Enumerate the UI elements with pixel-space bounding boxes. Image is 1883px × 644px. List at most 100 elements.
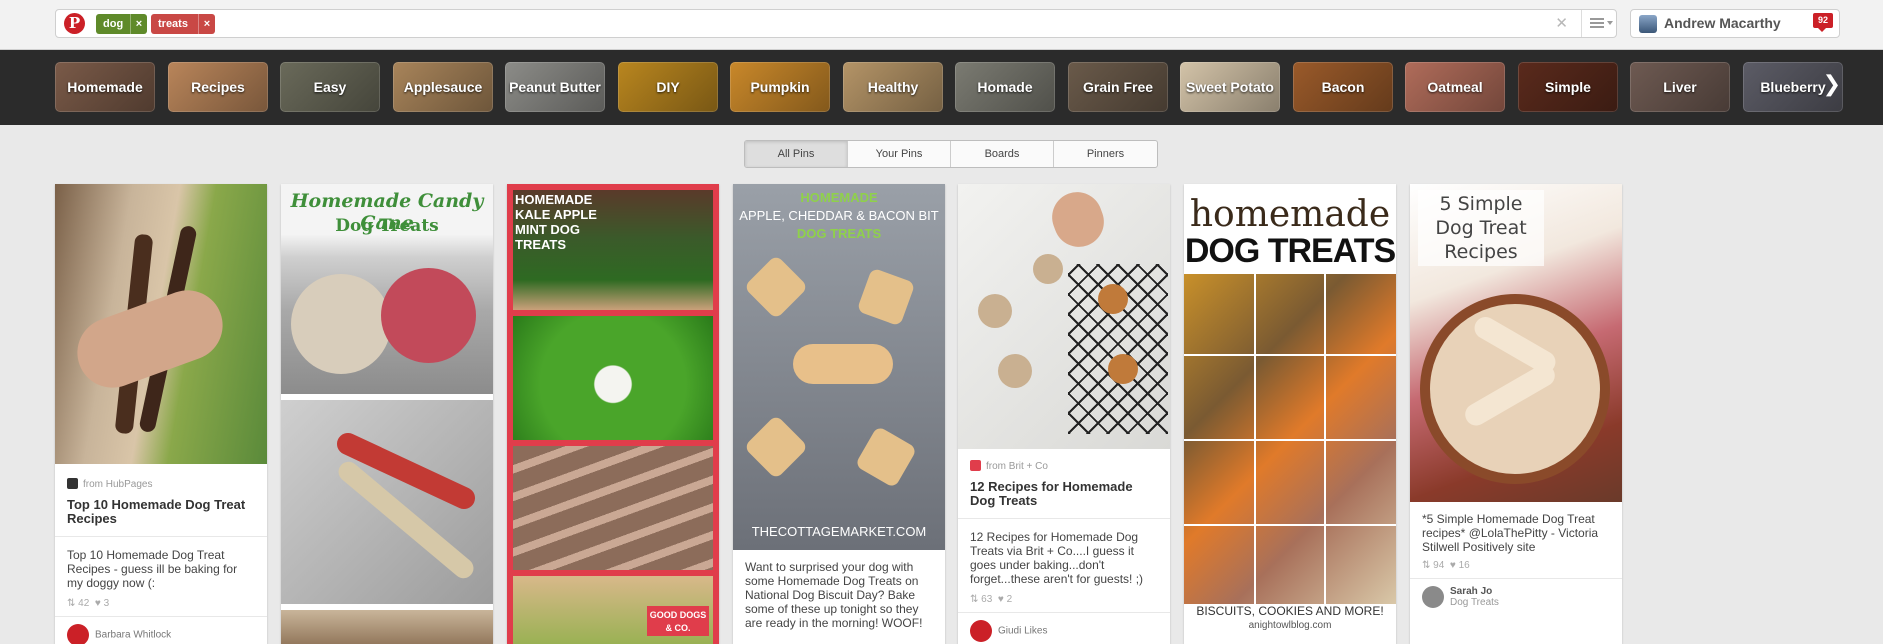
pin-footer-text: BISCUITS, COOKIES AND MORE! <box>1196 604 1384 618</box>
pin-title[interactable]: 12 Recipes for Homemade Dog Treats <box>970 480 1160 508</box>
pin-overlay-text: APPLE, CHEDDAR & BACON BIT <box>739 208 939 223</box>
pin-source-text: from Brit + Co <box>986 461 1048 472</box>
category-tile[interactable]: Peanut Butter <box>505 62 605 112</box>
repin-icon: ⇅ <box>1422 560 1431 571</box>
tab-pinners[interactable]: Pinners <box>1054 141 1157 167</box>
pin-card[interactable]: HOMEMADE APPLE, CHEDDAR & BACON BIT DOG … <box>733 184 945 644</box>
search-menu-button[interactable] <box>1581 10 1616 37</box>
divider <box>55 536 267 537</box>
pin-image[interactable]: HOMEMADE KALE APPLE MINT DOG TREATS <box>513 190 713 310</box>
pin-overlay-text: HOMEMADE <box>800 190 878 205</box>
source-icon <box>67 478 78 489</box>
pin-source-text: from HubPages <box>83 479 153 490</box>
repin-icon: ⇅ <box>970 594 979 605</box>
pin-image[interactable] <box>281 400 493 604</box>
category-bar: Homemade Recipes Easy Applesauce Peanut … <box>0 50 1883 125</box>
pinner-name[interactable]: Barbara Whitlock <box>95 630 171 641</box>
pin-overlay-text: DOG TREATS <box>796 226 882 241</box>
pinner-name[interactable]: Sarah Jo <box>1422 586 1612 597</box>
pin-overlay-text: 5 Simple Dog Treat Recipes <box>1435 193 1527 263</box>
search-bar[interactable]: P dog × treats × ✕ <box>55 9 1617 38</box>
category-tile[interactable]: Pumpkin <box>730 62 830 112</box>
pin-image[interactable]: GOOD DOGS & CO. <box>513 576 713 644</box>
avatar[interactable] <box>970 620 992 642</box>
pinterest-logo-icon[interactable]: P <box>64 13 85 34</box>
pin-image[interactable]: HOMEMADE APPLE, CHEDDAR & BACON BIT DOG … <box>733 184 945 550</box>
category-tile[interactable]: Simple <box>1518 62 1618 112</box>
category-tile[interactable]: Easy <box>280 62 380 112</box>
pin-overlay-text: HOMEMADE KALE APPLE MINT DOG TREATS <box>515 192 597 252</box>
pin-source[interactable]: from Brit + Co <box>970 460 1048 472</box>
pin-card[interactable]: from HubPages Top 10 Homemade Dog Treat … <box>55 184 267 644</box>
pinner-name[interactable]: Giudi Likes <box>998 626 1047 637</box>
tab-boards[interactable]: Boards <box>951 141 1054 167</box>
avatar[interactable] <box>1639 15 1657 33</box>
pin-watermark: THECOTTAGEMARKET.COM <box>751 524 927 539</box>
pin-image[interactable]: Homemade Candy Cane Dog Treats <box>281 184 493 394</box>
category-tile[interactable]: DIY <box>618 62 718 112</box>
pin-stats: ⇅ 42 ♥ 3 <box>67 598 109 609</box>
user-menu[interactable]: Andrew Macarthy 92 <box>1630 9 1840 38</box>
pin-card[interactable]: Homemade Candy Cane Dog Treats <box>281 184 493 644</box>
pin-description: Want to surprised your dog with some Hom… <box>745 560 923 630</box>
pin-image[interactable] <box>513 316 713 440</box>
search-chip-dog[interactable]: dog × <box>96 14 147 34</box>
pin-stats: ⇅ 63 ♥ 2 <box>970 594 1012 605</box>
search-chip-label: dog <box>103 18 124 30</box>
like-count: 16 <box>1458 560 1470 571</box>
pin-card[interactable]: homemade DOG TREATS BISCUITS, COOKIES AN… <box>1184 184 1396 644</box>
pin-title[interactable]: Top 10 Homemade Dog Treat Recipes <box>67 498 257 526</box>
notification-badge[interactable]: 92 <box>1813 13 1833 32</box>
pinner-row[interactable]: Sarah Jo Dog Treats <box>1422 586 1612 608</box>
remove-chip-icon[interactable]: × <box>198 14 215 34</box>
tab-all-pins[interactable]: All Pins <box>745 141 848 167</box>
avatar[interactable] <box>1422 586 1444 608</box>
pinner-row[interactable]: Giudi Likes <box>970 620 1047 642</box>
category-tile[interactable]: Applesauce <box>393 62 493 112</box>
like-count: 2 <box>1006 594 1013 605</box>
pin-image[interactable]: homemade DOG TREATS BISCUITS, COOKIES AN… <box>1184 184 1396 644</box>
search-chip-treats[interactable]: treats × <box>151 14 215 34</box>
category-tile[interactable]: Homade <box>955 62 1055 112</box>
like-count: 3 <box>103 598 110 609</box>
category-tile[interactable]: Oatmeal <box>1405 62 1505 112</box>
pin-card[interactable]: 5 Simple Dog Treat Recipes *5 Simple Hom… <box>1410 184 1622 644</box>
pin-card[interactable]: HOMEMADE KALE APPLE MINT DOG TREATS GOOD… <box>507 184 719 644</box>
repin-count: 94 <box>1433 560 1445 571</box>
category-tile[interactable]: Healthy <box>843 62 943 112</box>
category-tile[interactable]: Recipes <box>168 62 268 112</box>
pin-description: Top 10 Homemade Dog Treat Recipes - gues… <box>67 548 238 590</box>
avatar[interactable] <box>67 624 89 644</box>
category-tile[interactable]: Bacon <box>1293 62 1393 112</box>
pin-overlay-text: DOG TREATS <box>1184 232 1396 270</box>
pin-image[interactable] <box>958 184 1170 449</box>
pin-image[interactable] <box>513 446 713 570</box>
tab-your-pins[interactable]: Your Pins <box>848 141 951 167</box>
pin-image[interactable] <box>281 610 493 644</box>
pin-stats: ⇅ 94 ♥ 16 <box>1422 560 1470 571</box>
divider <box>55 616 267 617</box>
like-icon: ♥ <box>1449 560 1456 571</box>
pin-image[interactable] <box>55 184 267 464</box>
category-tile[interactable]: Sweet Potato <box>1180 62 1280 112</box>
pin-footer-text: anightowlblog.com <box>1248 620 1332 631</box>
repin-icon: ⇅ <box>67 598 76 609</box>
pinner-row[interactable]: Barbara Whitlock <box>67 624 171 644</box>
category-tile[interactable]: Homemade <box>55 62 155 112</box>
pin-image[interactable]: 5 Simple Dog Treat Recipes <box>1410 184 1622 502</box>
pin-card[interactable]: from Brit + Co 12 Recipes for Homemade D… <box>958 184 1170 644</box>
clear-search-icon[interactable]: ✕ <box>1555 14 1568 32</box>
repin-count: 42 <box>78 598 90 609</box>
pin-source[interactable]: from HubPages <box>67 478 152 490</box>
next-arrow-icon[interactable]: ❯ <box>1823 72 1841 97</box>
category-tile[interactable]: Liver <box>1630 62 1730 112</box>
user-name[interactable]: Andrew Macarthy <box>1664 15 1781 31</box>
top-bar: P dog × treats × ✕ Andrew Macarthy 92 <box>0 0 1883 50</box>
search-chip-label: treats <box>158 18 188 30</box>
category-tile[interactable]: Grain Free <box>1068 62 1168 112</box>
remove-chip-icon[interactable]: × <box>130 14 147 34</box>
like-icon: ♥ <box>94 598 101 609</box>
board-name[interactable]: Dog Treats <box>1422 597 1612 608</box>
source-icon <box>970 460 981 471</box>
repin-count: 63 <box>981 594 993 605</box>
